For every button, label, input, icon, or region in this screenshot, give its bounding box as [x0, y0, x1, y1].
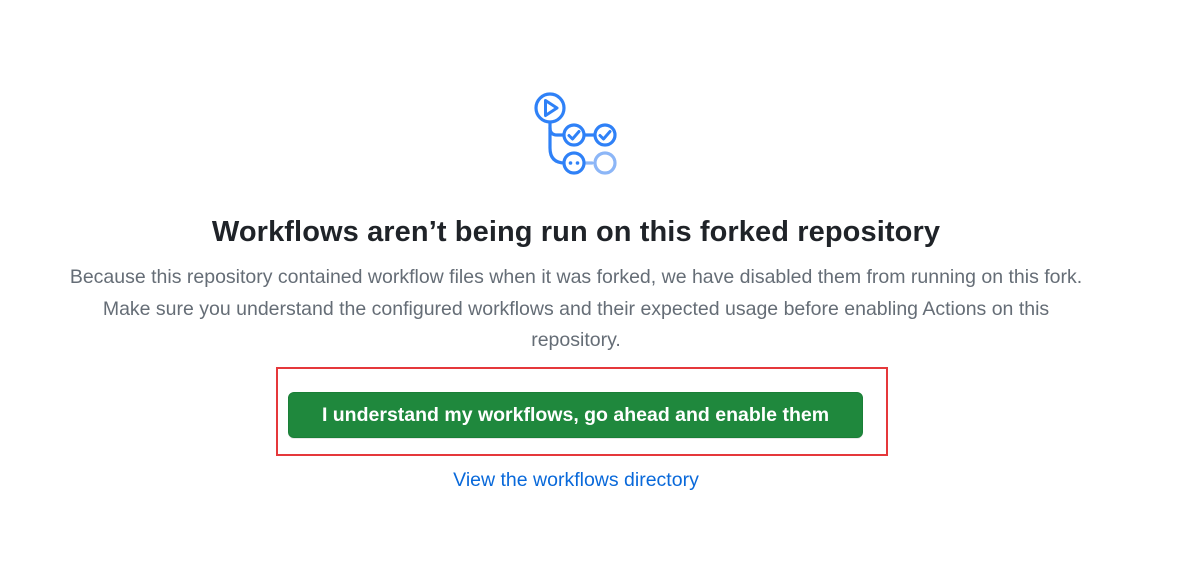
actions-disabled-page: Workflows aren’t being run on this forke…: [0, 0, 1194, 563]
view-workflows-directory-link[interactable]: View the workflows directory: [0, 466, 1152, 494]
page-title: Workflows aren’t being run on this forke…: [211, 216, 941, 248]
workflow-graph-icon: [534, 92, 617, 175]
enable-workflows-button[interactable]: I understand my workflows, go ahead and …: [288, 392, 863, 438]
description-text: Because this repository contained workfl…: [69, 266, 1083, 351]
